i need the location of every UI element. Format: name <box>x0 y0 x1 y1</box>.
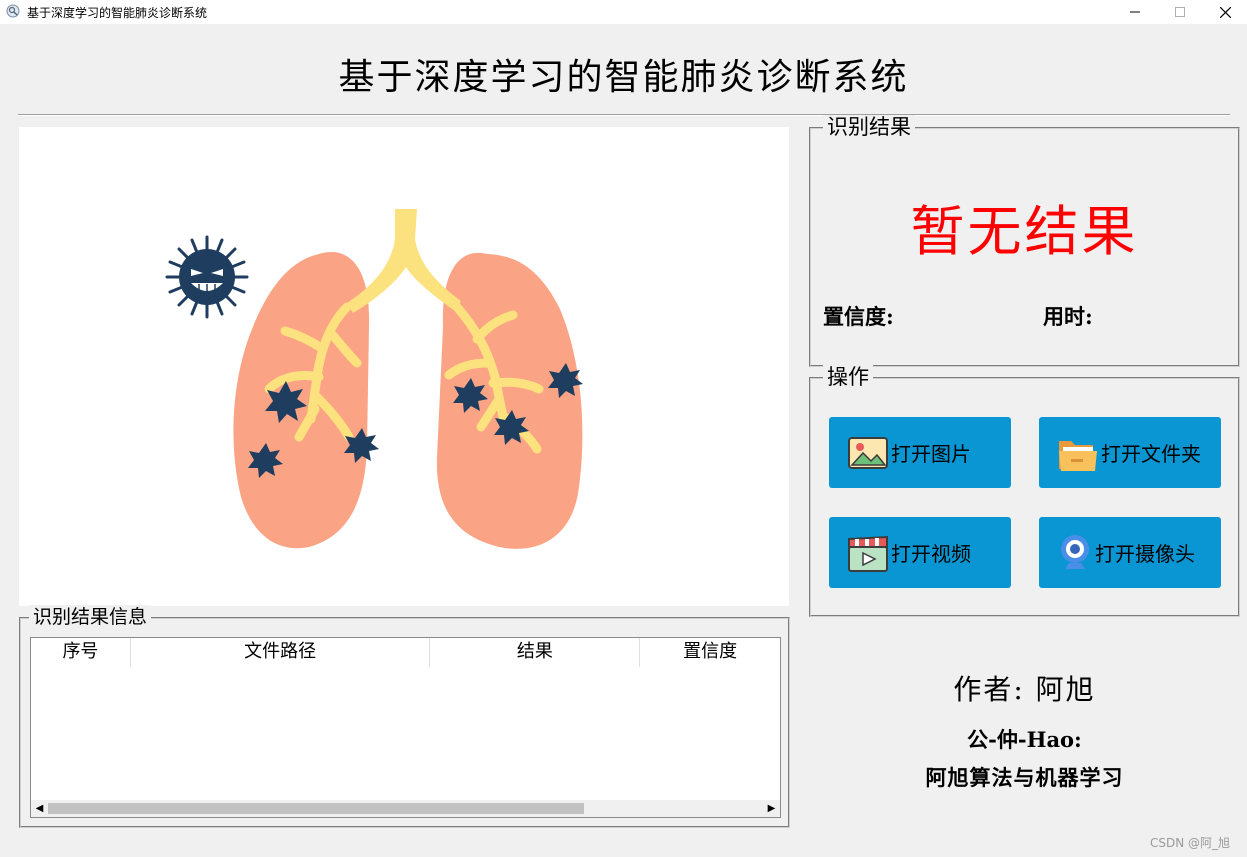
open-camera-button[interactable]: 打开摄像头 <box>1039 517 1221 588</box>
webcam-icon <box>1061 534 1089 569</box>
recognition-result-group: 识别结果 暂无结果 置信度: 用时: <box>809 115 1240 367</box>
column-header-file-path[interactable]: 文件路径 <box>131 638 431 667</box>
horizontal-scrollbar[interactable]: ◀ ▶ <box>31 800 780 817</box>
maximize-button[interactable] <box>1157 0 1203 24</box>
operations-group-legend: 操作 <box>823 365 873 389</box>
result-text: 暂无结果 <box>910 200 1139 263</box>
open-folder-label: 打开文件夹 <box>1101 442 1201 466</box>
lungs-illustration <box>165 209 583 549</box>
open-image-label: 打开图片 <box>891 442 971 466</box>
open-image-button[interactable]: 打开图片 <box>829 417 1011 488</box>
table-header: 序号 文件路径 结果 置信度 <box>31 638 780 667</box>
app-icon <box>6 4 20 18</box>
image-display-panel <box>19 127 789 606</box>
close-button[interactable] <box>1202 0 1247 24</box>
result-group-legend: 识别结果 <box>823 115 915 139</box>
open-camera-label: 打开摄像头 <box>1095 542 1195 566</box>
time-label: 用时: <box>1043 304 1093 329</box>
column-header-confidence[interactable]: 置信度 <box>640 638 780 667</box>
author-name: 作者: 阿旭 <box>953 673 1096 706</box>
public-account-label: 公-仲-Hao: <box>967 727 1082 752</box>
open-folder-button[interactable]: 打开文件夹 <box>1039 417 1221 488</box>
window-titlebar: 基于深度学习的智能肺炎诊断系统 <box>0 0 1247 24</box>
public-account-name: 阿旭算法与机器学习 <box>925 765 1124 790</box>
video-clapper-icon <box>848 535 888 572</box>
watermark: CSDN @阿_旭 <box>1150 836 1231 850</box>
scroll-left-icon[interactable]: ◀ <box>31 800 48 817</box>
open-video-button[interactable]: 打开视频 <box>829 517 1011 588</box>
minimize-button[interactable] <box>1112 0 1158 24</box>
open-video-label: 打开视频 <box>891 542 971 566</box>
minimize-icon <box>1130 11 1140 13</box>
scrollbar-thumb[interactable] <box>48 803 584 814</box>
result-info-legend: 识别结果信息 <box>29 605 152 629</box>
column-header-index[interactable]: 序号 <box>31 638 131 667</box>
scroll-right-icon[interactable]: ▶ <box>763 800 780 817</box>
folder-icon <box>1059 440 1097 471</box>
header-divider <box>18 114 1230 116</box>
maximize-icon <box>1175 7 1185 17</box>
picture-icon <box>848 436 888 469</box>
results-table[interactable]: 序号 文件路径 结果 置信度 ◀ ▶ <box>30 637 781 818</box>
close-icon <box>1219 6 1231 18</box>
window-title: 基于深度学习的智能肺炎诊断系统 <box>27 6 208 20</box>
confidence-label: 置信度: <box>823 304 894 329</box>
operations-group: 操作 打开图片 打开文件夹 打开视频 打开摄像头 <box>809 365 1240 617</box>
virus-character <box>165 235 249 319</box>
column-header-result[interactable]: 结果 <box>430 638 641 667</box>
page-title: 基于深度学习的智能肺炎诊断系统 <box>338 57 909 98</box>
result-info-group: 识别结果信息 序号 文件路径 结果 置信度 ◀ ▶ <box>19 605 790 828</box>
